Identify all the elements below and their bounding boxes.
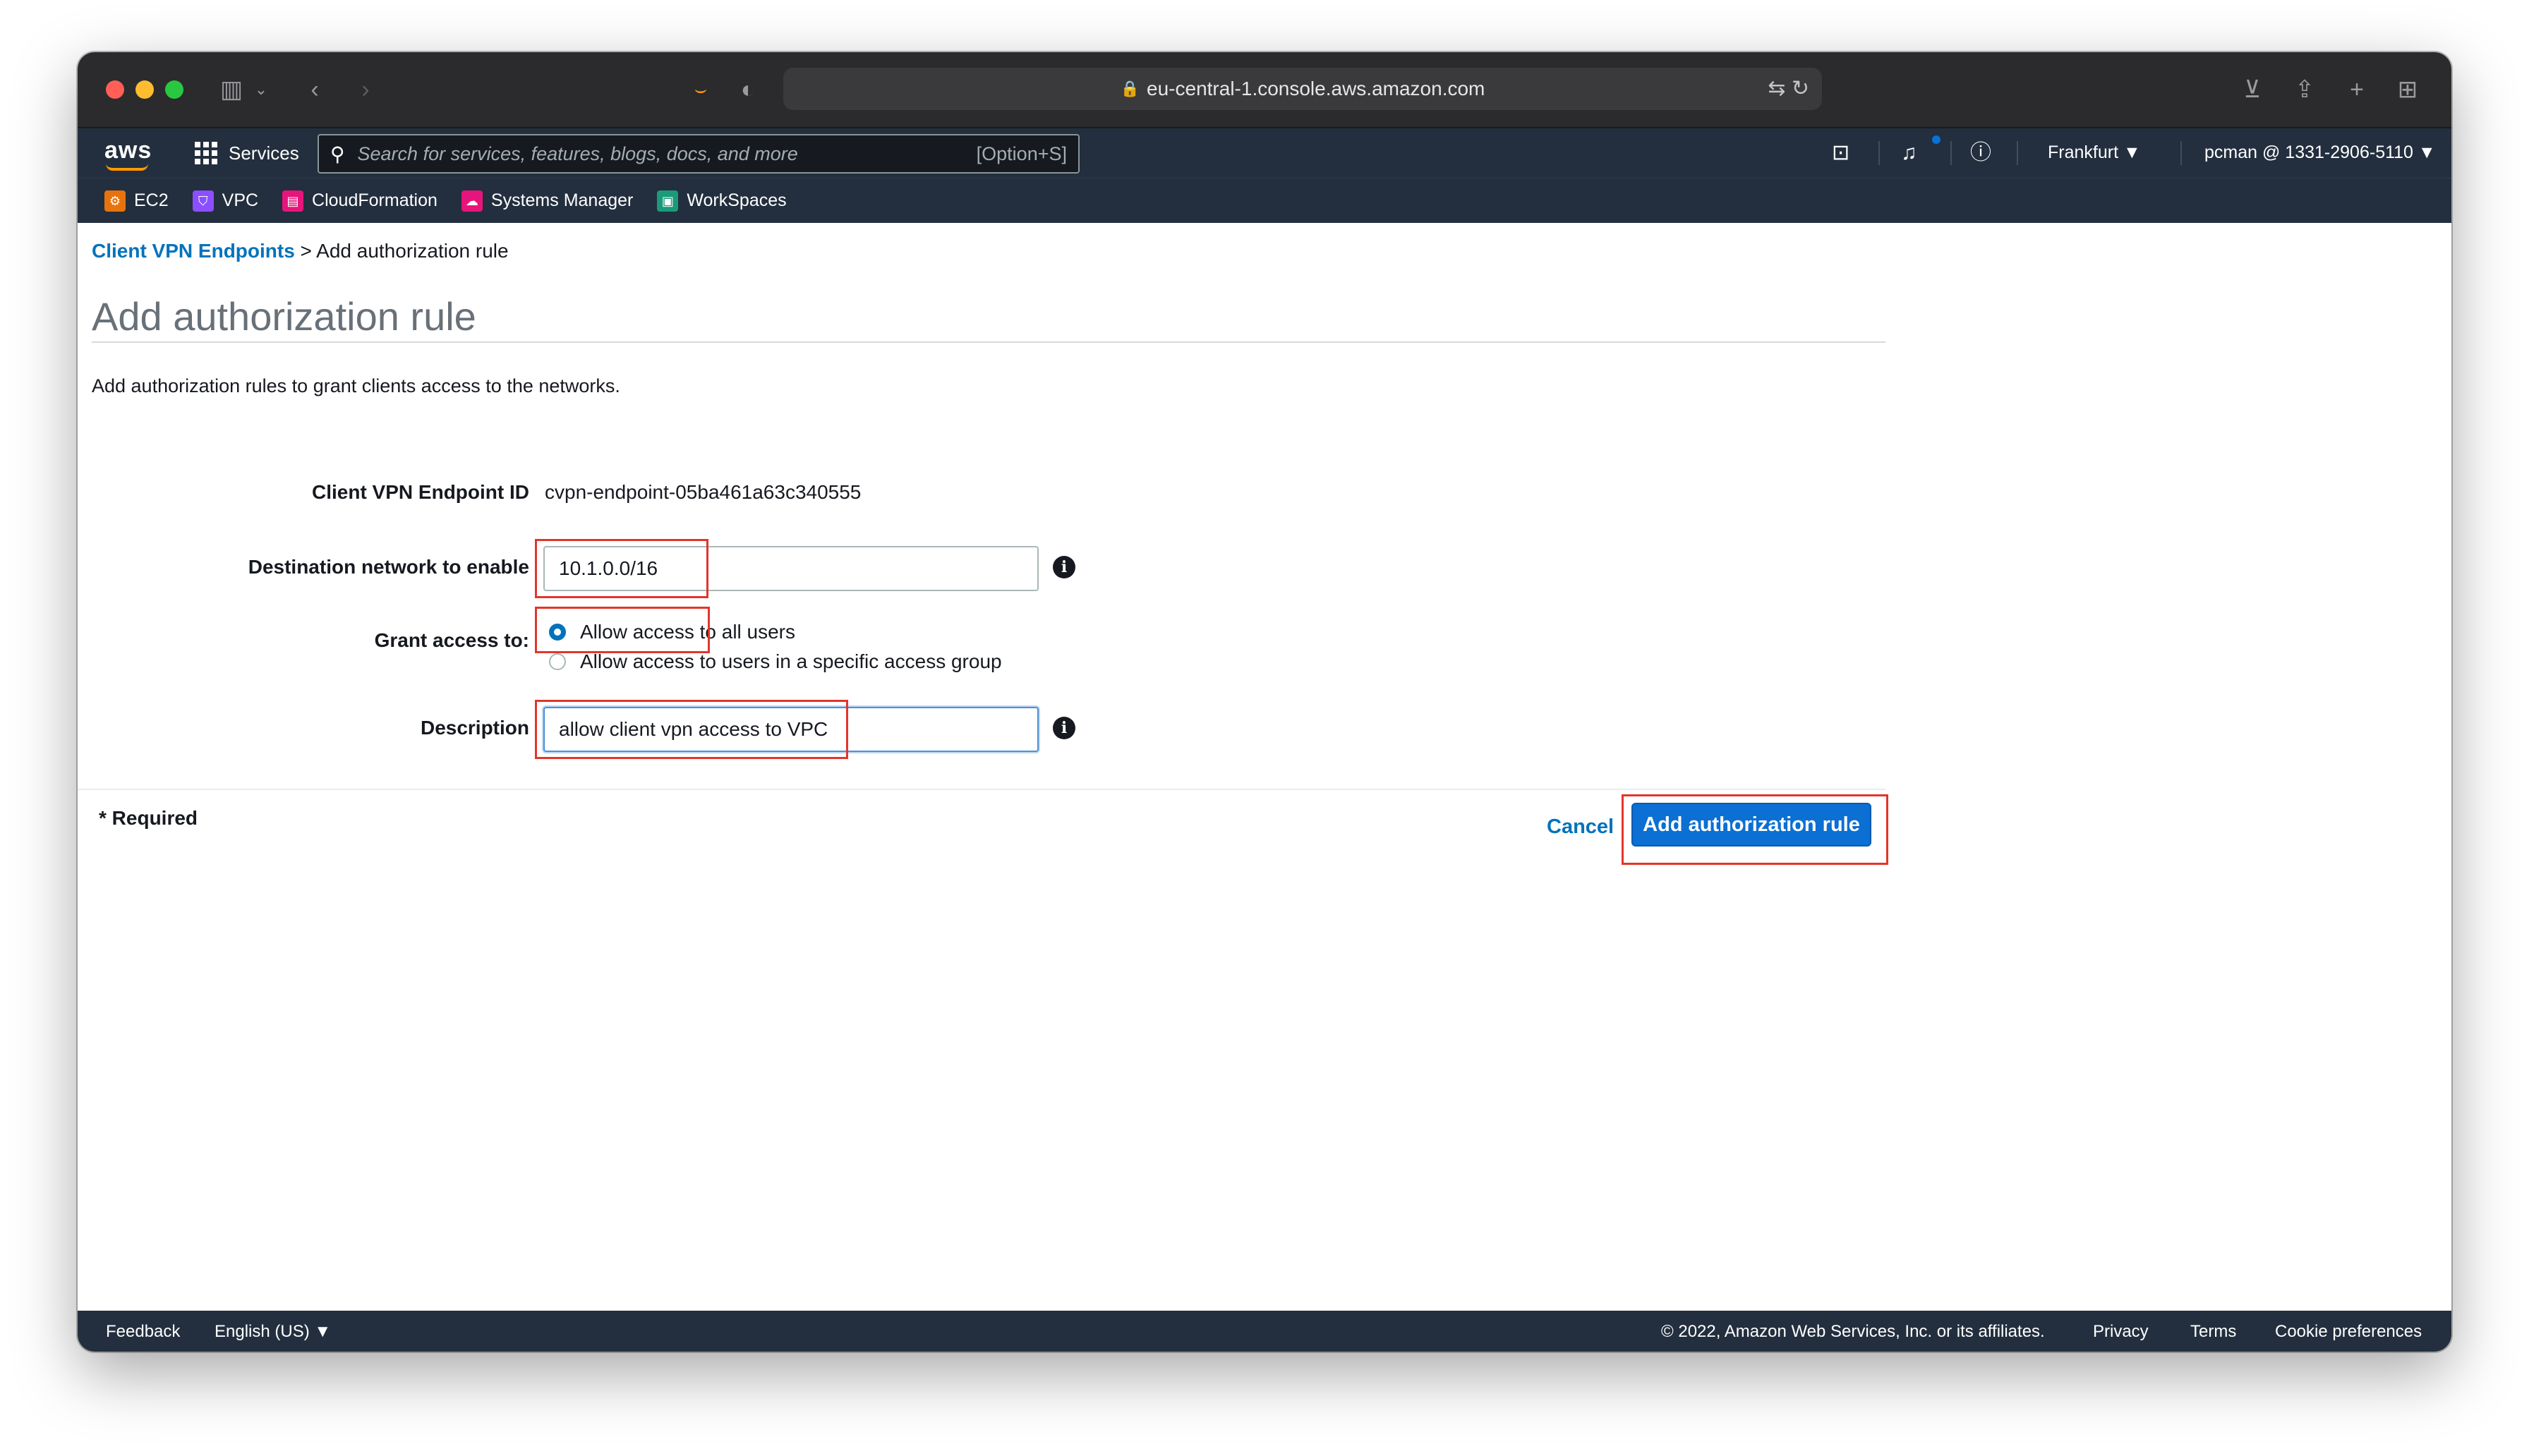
favorite-label: VPC: [222, 190, 259, 210]
footer: Feedback English (US) ▼ © 2022, Amazon W…: [78, 1311, 2451, 1352]
browser-window: ▥ ⌄ ‹ › ⌣ ◐ 🔒 eu-central-1.console.aws.a…: [78, 52, 2451, 1352]
search-icon: ⚲: [330, 142, 345, 165]
info-icon[interactable]: i: [1053, 717, 1075, 739]
url-text: eu-central-1.console.aws.amazon.com: [1147, 78, 1485, 99]
workspaces-icon: ▣: [657, 190, 679, 212]
translate-reload-icon[interactable]: ⇆ ↻: [1768, 73, 1809, 104]
privacy-link[interactable]: Privacy: [2093, 1322, 2149, 1342]
bell-icon[interactable]: ♫: [1901, 140, 1917, 166]
favorite-vpc[interactable]: ⛉ VPC: [192, 190, 259, 212]
favorite-cloudformation[interactable]: ▤ CloudFormation: [282, 190, 437, 212]
address-bar[interactable]: 🔒 eu-central-1.console.aws.amazon.com ⇆ …: [783, 68, 1822, 110]
description-label: Description: [420, 717, 529, 739]
page-description: Add authorization rules to grant clients…: [92, 375, 620, 396]
cancel-button[interactable]: Cancel: [1547, 815, 1614, 839]
privacy-shield-icon[interactable]: ◐: [734, 73, 762, 106]
required-note: * Required: [99, 807, 198, 829]
search-input[interactable]: ⚲ Search for services, features, blogs, …: [318, 134, 1080, 174]
favorite-ec2[interactable]: ⚙ EC2: [104, 190, 169, 212]
tab-overview-icon[interactable]: ⊞: [2392, 73, 2423, 106]
aws-top-nav: aws Services ⚲ Search for services, feat…: [78, 128, 2451, 178]
radio-unselected-icon[interactable]: [549, 653, 566, 670]
notification-dot: [1932, 135, 1940, 144]
radio-specific-group[interactable]: Allow access to users in a specific acce…: [549, 650, 1002, 673]
title-divider: [92, 341, 1885, 343]
highlight-destination: [535, 539, 708, 598]
account-menu[interactable]: pcman @ 1331-2906-5110 ▼: [2204, 142, 2436, 163]
copyright-text: © 2022, Amazon Web Services, Inc. or its…: [1661, 1322, 2045, 1341]
favorites-bar: ⚙ EC2 ⛉ VPC ▤ CloudFormation ☁ Systems M…: [78, 178, 2451, 223]
nav-divider: [1878, 141, 1880, 165]
breadcrumb-client-vpn-endpoints[interactable]: Client VPN Endpoints: [92, 240, 295, 262]
browser-toolbar: ▥ ⌄ ‹ › ⌣ ◐ 🔒 eu-central-1.console.aws.a…: [78, 52, 2451, 128]
new-tab-icon[interactable]: +: [2341, 73, 2372, 106]
highlight-submit: [1622, 794, 1888, 865]
info-icon[interactable]: i: [1053, 556, 1075, 578]
breadcrumb-current: Add authorization rule: [316, 240, 509, 262]
destination-network-label: Destination network to enable: [248, 556, 529, 578]
back-icon[interactable]: ‹: [302, 73, 327, 106]
systems-manager-icon: ☁: [461, 190, 483, 212]
help-icon[interactable]: ⓘ: [1970, 140, 1991, 166]
aws-logo-smile: [106, 164, 148, 171]
forward-icon[interactable]: ›: [353, 73, 378, 106]
highlight-grant-access: [535, 607, 710, 653]
favorite-workspaces[interactable]: ▣ WorkSpaces: [657, 190, 787, 212]
services-label: Services: [229, 142, 299, 164]
aws-logo[interactable]: aws: [104, 137, 152, 164]
ec2-icon: ⚙: [104, 190, 126, 212]
language-selector[interactable]: English (US) ▼: [215, 1322, 331, 1342]
highlight-description: [535, 700, 848, 759]
nav-divider: [2017, 141, 2018, 165]
sidebar-toggle-icon[interactable]: ▥: [216, 73, 247, 106]
terms-link[interactable]: Terms: [2190, 1322, 2236, 1342]
lock-icon: 🔒: [1120, 80, 1140, 97]
nav-divider: [2180, 141, 2182, 165]
favorite-label: Systems Manager: [490, 190, 634, 210]
page-title: Add authorization rule: [92, 294, 476, 339]
favorite-label: EC2: [134, 190, 169, 210]
feedback-link[interactable]: Feedback: [106, 1322, 180, 1342]
region-selector[interactable]: Frankfurt ▼: [2048, 142, 2141, 163]
downloads-icon[interactable]: ⊻: [2237, 73, 2268, 106]
minimize-window-button[interactable]: [135, 80, 154, 99]
search-placeholder: Search for services, features, blogs, do…: [357, 142, 798, 164]
vpc-icon: ⛉: [192, 190, 214, 212]
endpoint-id-label: Client VPN Endpoint ID: [312, 481, 529, 503]
endpoint-id-value: cvpn-endpoint-05ba461a63c340555: [545, 481, 862, 503]
chevron-down-icon[interactable]: ⌄: [253, 73, 270, 106]
cookie-preferences-link[interactable]: Cookie preferences: [2275, 1322, 2422, 1342]
grant-access-label: Grant access to:: [374, 629, 529, 651]
favorite-label: WorkSpaces: [687, 190, 787, 210]
breadcrumb-separator: >: [294, 240, 317, 262]
cloudformation-icon: ▤: [282, 190, 304, 212]
search-shortcut: [Option+S]: [976, 142, 1067, 164]
grid-icon: [195, 142, 217, 164]
close-window-button[interactable]: [106, 80, 124, 99]
main-content: Client VPN Endpoints > Add authorization…: [78, 223, 2451, 1306]
favorite-systems-manager[interactable]: ☁ Systems Manager: [461, 190, 633, 212]
form-divider: [78, 789, 1885, 790]
zoom-window-button[interactable]: [165, 80, 183, 99]
cloudshell-icon[interactable]: ⊡: [1832, 140, 1849, 166]
radio-label: Allow access to users in a specific acce…: [580, 650, 1002, 672]
share-icon[interactable]: ⇪: [2289, 73, 2320, 106]
favorite-label: CloudFormation: [312, 190, 437, 210]
services-menu-button[interactable]: Services: [195, 138, 299, 168]
breadcrumb: Client VPN Endpoints > Add authorization…: [92, 240, 509, 262]
amazon-smile-icon[interactable]: ⌣: [683, 73, 718, 106]
nav-divider: [1950, 141, 1952, 165]
